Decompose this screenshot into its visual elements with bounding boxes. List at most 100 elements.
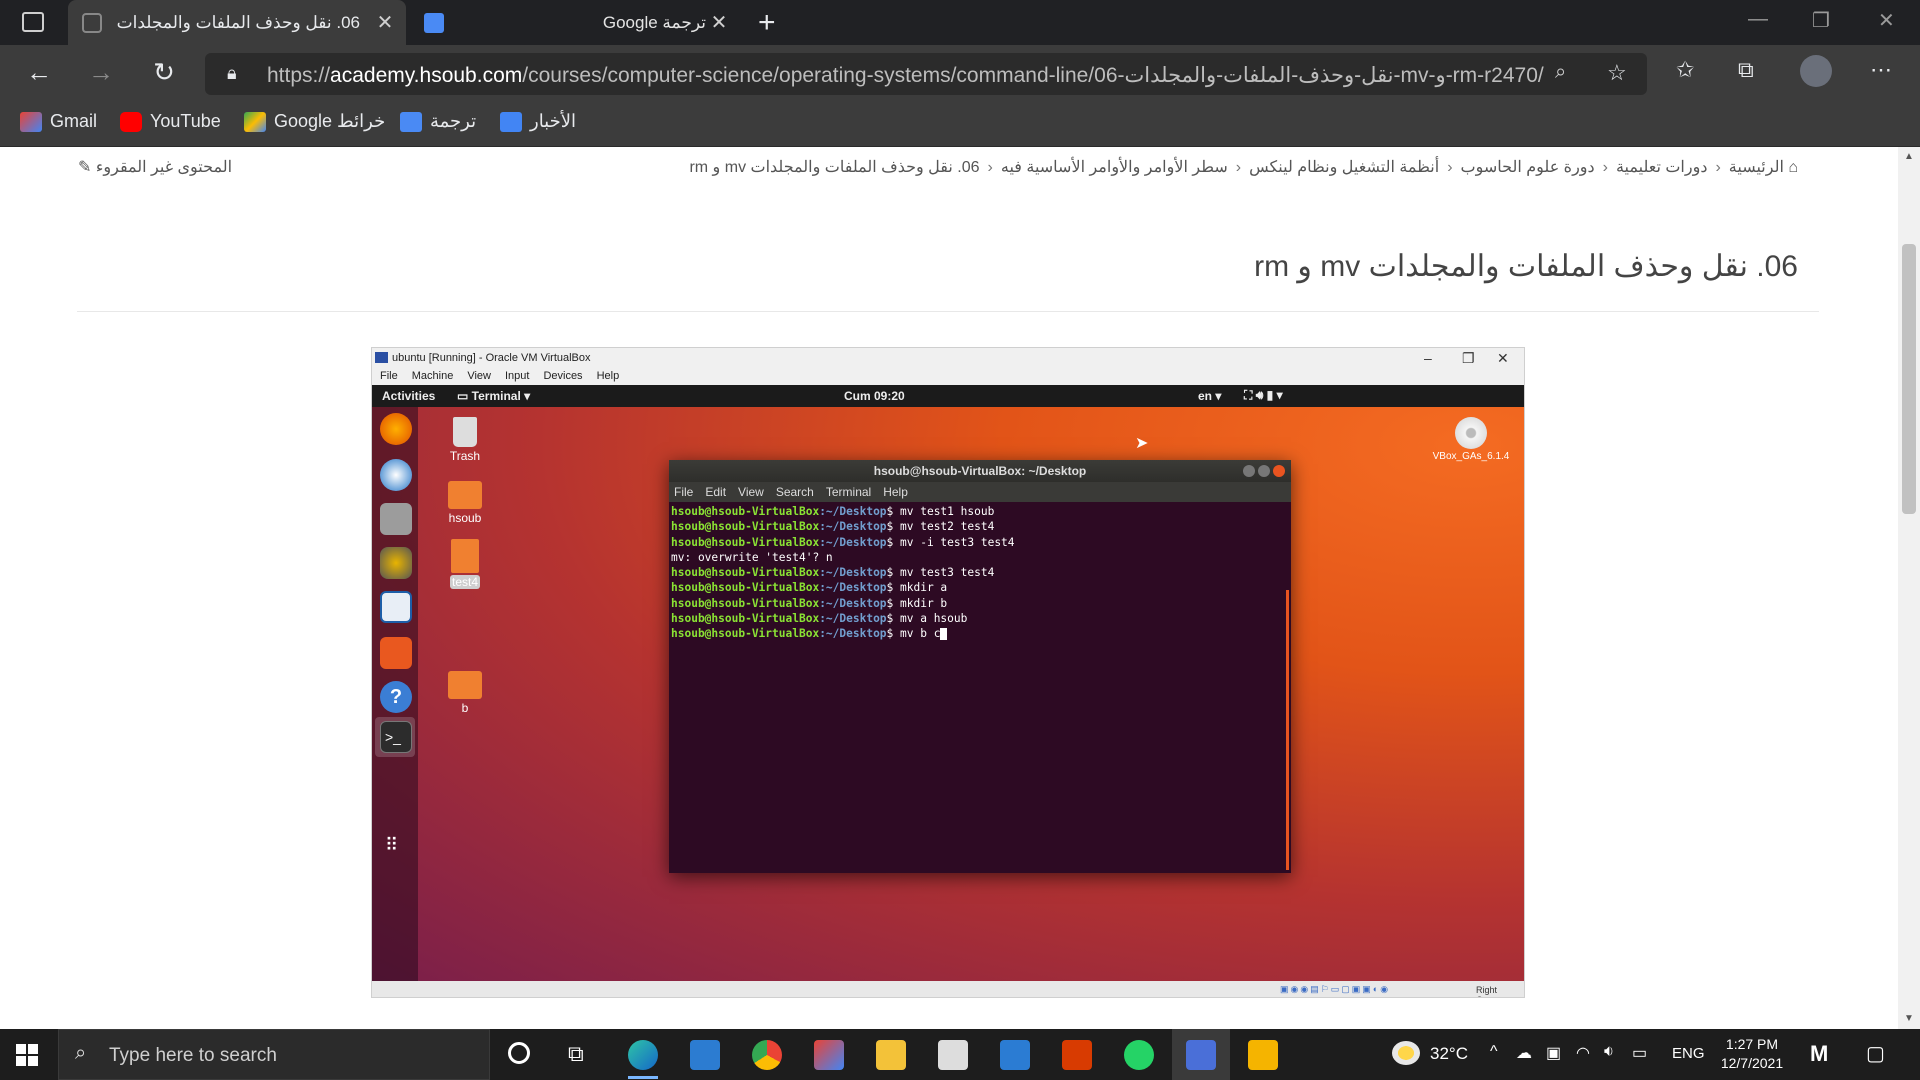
input-language[interactable]: ENG: [1672, 1045, 1705, 1062]
reload-icon[interactable]: ↻: [147, 57, 181, 88]
search-icon: ⌕: [75, 1042, 87, 1064]
terminal-icon: >_: [380, 721, 412, 753]
folder-icon: [448, 671, 482, 699]
lock-icon[interactable]: 🔒︎: [227, 63, 237, 84]
tab-close-icon[interactable]: ✕: [372, 10, 398, 35]
breadcrumb-item[interactable]: دورة علوم الحاسوب: [1461, 159, 1595, 176]
terminal-line: hsoub@hsoub-VirtualBox:~/Desktop$ mv tes…: [671, 505, 995, 518]
vm-menu-item: File: [380, 370, 398, 382]
lesson-screenshot: ubuntu [Running] - Oracle VM VirtualBox …: [371, 347, 1525, 998]
recorder-taskbar-icon[interactable]: [1186, 1040, 1216, 1070]
vm-minimize-icon: –: [1424, 350, 1432, 366]
scroll-up-icon[interactable]: ▲: [1904, 151, 1914, 162]
tray-chevron-icon[interactable]: ^: [1490, 1043, 1498, 1061]
cortana-icon[interactable]: [508, 1042, 530, 1064]
wifi-icon[interactable]: ◠: [1576, 1043, 1590, 1063]
page-scrollbar[interactable]: ▲ ▼: [1898, 147, 1920, 1029]
window-close-icon[interactable]: ✕: [1878, 8, 1895, 33]
edge-taskbar-icon[interactable]: [628, 1040, 658, 1070]
add-favorite-icon[interactable]: ☆: [1607, 60, 1627, 86]
forward-icon[interactable]: →: [84, 57, 118, 88]
weather-icon[interactable]: [1392, 1041, 1420, 1065]
minimize-icon[interactable]: —: [1748, 8, 1768, 31]
device-icon[interactable]: ▣: [1546, 1043, 1561, 1063]
mail-taskbar-icon[interactable]: [1000, 1040, 1030, 1070]
volume-icon[interactable]: 🔉︎: [1604, 1043, 1614, 1061]
bookmark-youtube[interactable]: YouTube: [120, 111, 221, 132]
taskbar-clock[interactable]: 1:27 PM 12/7/2021: [1712, 1035, 1792, 1073]
windows-start-icon[interactable]: [16, 1044, 38, 1066]
home-icon: ⌂: [1783, 159, 1798, 176]
breadcrumb-item[interactable]: دورات تعليمية: [1616, 159, 1707, 176]
vm-menu-item: View: [467, 370, 491, 382]
tab-actions-icon[interactable]: [22, 12, 44, 32]
breadcrumb-item[interactable]: أنظمة التشغيل ونظام لينكس: [1249, 159, 1439, 176]
bookmark-google-maps[interactable]: Google خرائط: [244, 111, 385, 132]
office-taskbar-icon[interactable]: [1062, 1040, 1092, 1070]
gmail-icon: [20, 111, 42, 132]
terminal-menubar: File Edit View Search Terminal Help: [669, 482, 1291, 502]
notifications-icon[interactable]: ▢: [1866, 1041, 1885, 1066]
breadcrumb: ⌂ الرئيسية‹دورات تعليمية‹دورة علوم الحاس…: [689, 159, 1798, 176]
tab-close-icon[interactable]: ✕: [706, 10, 732, 35]
vm-status-icons: ▣◉◉▤⚐▭▢▣▣◐◉: [1280, 984, 1391, 994]
ubuntu-desktop: Activities ▭ Terminal ▾ Cum 09:20 en ▾ ⛶…: [372, 385, 1524, 981]
gmail-taskbar-icon[interactable]: [814, 1040, 844, 1070]
vm-close-icon: ✕: [1497, 350, 1509, 366]
bookmark-gmail[interactable]: Gmail: [20, 111, 97, 132]
breadcrumb-item[interactable]: سطر الأوامر والأوامر الأساسية فيه: [1001, 159, 1228, 176]
activities-label: Activities: [382, 389, 436, 403]
google-news-icon: [500, 111, 522, 132]
software-icon: [380, 637, 412, 669]
thunderbird-icon: [380, 459, 412, 491]
google-translate-icon: [424, 12, 444, 33]
battery-icon[interactable]: ▭: [1632, 1043, 1647, 1063]
input-lang: en ▾: [1198, 389, 1222, 403]
scroll-down-icon[interactable]: ▼: [1904, 1013, 1914, 1024]
profile-avatar[interactable]: [1800, 55, 1832, 87]
gnome-top-bar: Activities ▭ Terminal ▾ Cum 09:20 en ▾ ⛶…: [372, 385, 1524, 407]
tab-translate[interactable]: ترجمة Google ✕: [410, 0, 740, 45]
active-indicator: [628, 1076, 658, 1079]
terminal-line: hsoub@hsoub-VirtualBox:~/Desktop$ mv tes…: [671, 566, 995, 580]
more-menu-icon[interactable]: ⋯: [1870, 57, 1892, 83]
whatsapp-taskbar-icon[interactable]: [1124, 1040, 1154, 1070]
app-tray-icon[interactable]: M: [1810, 1041, 1828, 1067]
file-explorer-taskbar-icon[interactable]: [876, 1040, 906, 1070]
unread-content-link[interactable]: المحتوى غير المقروء ✎: [78, 157, 232, 177]
cd-icon: [1455, 417, 1487, 449]
bookmark-news[interactable]: الأخبار: [500, 111, 576, 132]
divider: [77, 311, 1819, 312]
chrome-taskbar-icon[interactable]: [752, 1040, 782, 1070]
host-key-label: Right Contro: [1476, 985, 1503, 997]
google-maps-icon: [244, 111, 266, 132]
restore-icon[interactable]: ❐: [1812, 8, 1830, 33]
breadcrumb-item[interactable]: الرئيسية: [1729, 159, 1784, 176]
store-taskbar-icon[interactable]: [938, 1040, 968, 1070]
bookmark-translate[interactable]: ترجمة: [400, 111, 476, 132]
address-bar[interactable]: 🔒︎ https://academy.hsoub.com/courses/com…: [205, 53, 1647, 95]
collections-icon[interactable]: ⧉: [1738, 57, 1754, 83]
weather-temp[interactable]: 32°C: [1430, 1044, 1468, 1064]
favorites-icon[interactable]: ✩: [1676, 57, 1694, 83]
url-text[interactable]: https://academy.hsoub.com/courses/comput…: [267, 63, 1544, 88]
taskbar-search[interactable]: ⌕ Type here to search: [58, 1029, 490, 1080]
tab-title: ترجمة Google: [602, 12, 706, 32]
vscode-taskbar-icon[interactable]: [690, 1040, 720, 1070]
youtube-icon: [120, 111, 142, 132]
desktop-icon-hsoub: hsoub: [444, 481, 486, 525]
sketch-taskbar-icon[interactable]: [1248, 1040, 1278, 1070]
tab-active[interactable]: 06. نقل وحذف الملفات والمجلدات ✕: [68, 0, 406, 45]
back-icon[interactable]: ←: [22, 57, 56, 88]
tab-bar: 06. نقل وحذف الملفات والمجلدات ✕ ترجمة G…: [0, 0, 1920, 45]
terminal-scrollbar: [1286, 590, 1289, 870]
terminal-window: hsoub@hsoub-VirtualBox: ~/Desktop File Ed…: [669, 460, 1291, 873]
scroll-thumb[interactable]: [1902, 244, 1916, 514]
desktop-icon-test4: test4: [444, 539, 486, 589]
breadcrumb-current: 06. نقل وحذف الملفات والمجلدات mv و rm: [689, 159, 980, 176]
task-view-icon[interactable]: ⧉: [568, 1041, 584, 1067]
zoom-icon[interactable]: ⌕: [1555, 61, 1566, 84]
onedrive-icon[interactable]: ☁: [1516, 1043, 1532, 1063]
new-tab-icon[interactable]: +: [758, 6, 776, 40]
page-favicon-icon: [82, 12, 102, 33]
